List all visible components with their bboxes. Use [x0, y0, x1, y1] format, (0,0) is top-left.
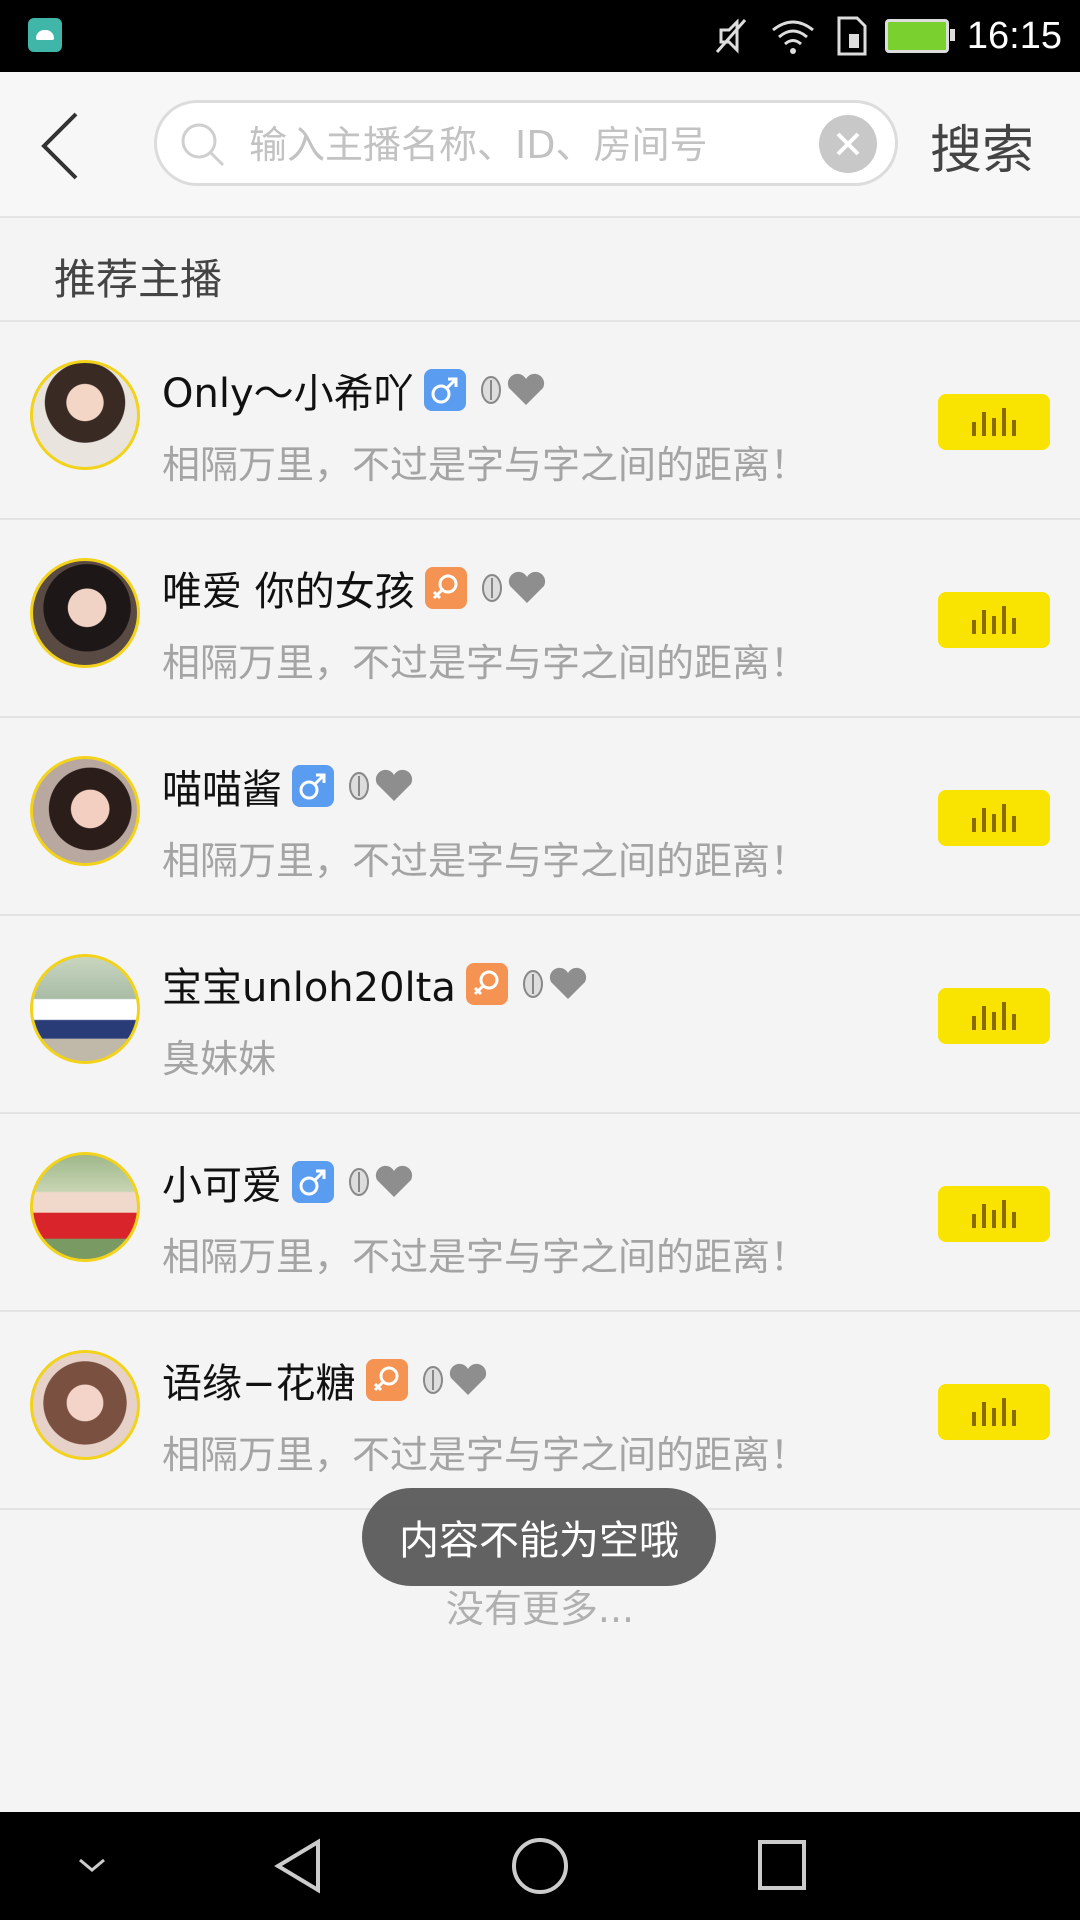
- audio-bars-icon: [972, 1200, 1016, 1228]
- audio-bars-icon: [972, 804, 1016, 832]
- anchor-name: 小可爱: [162, 1163, 282, 1209]
- anchor-signature: 相隔万里，不过是字与字之间的距离！: [162, 839, 809, 883]
- list-item[interactable]: 语缘−花糖 相隔万里，不过是字与字之间的距离！: [0, 1312, 1080, 1510]
- status-bar: 16:15: [0, 0, 1080, 72]
- anchor-signature: 臭妹妹: [162, 1037, 277, 1081]
- live-room-button[interactable]: [938, 592, 1050, 648]
- android-icon: [28, 18, 62, 52]
- back-button[interactable]: [36, 108, 96, 184]
- list-item[interactable]: 唯爱 你的女孩 相隔万里，不过是字与字之间的距离！: [0, 520, 1080, 718]
- heart-icon: [375, 1165, 413, 1197]
- avatar[interactable]: [30, 1152, 140, 1262]
- female-gender-icon: [465, 963, 508, 1005]
- avatar[interactable]: [30, 954, 140, 1064]
- female-gender-icon: [365, 1359, 408, 1401]
- navigation-bar: [0, 1812, 1080, 1920]
- male-gender-icon: [423, 369, 466, 411]
- coin-icon: [349, 772, 369, 800]
- anchor-signature: 相隔万里，不过是字与字之间的距离！: [162, 1235, 809, 1279]
- coin-icon: [481, 574, 502, 602]
- live-room-button[interactable]: [938, 790, 1050, 846]
- anchor-signature: 相隔万里，不过是字与字之间的距离！: [162, 1433, 809, 1477]
- toast-message: 内容不能为空哦: [362, 1488, 716, 1586]
- live-room-button[interactable]: [938, 1186, 1050, 1242]
- male-gender-icon: [292, 1161, 334, 1203]
- list-item[interactable]: 小可爱 相隔万里，不过是字与字之间的距离！: [0, 1114, 1080, 1312]
- anchor-list: Only～小希吖 相隔万里，不过是字与字之间的距离！ 唯爱 你的女孩 相隔万里，…: [0, 322, 1080, 1510]
- coin-icon: [422, 1366, 443, 1394]
- avatar[interactable]: [30, 558, 140, 668]
- battery-charging-icon: [884, 19, 955, 53]
- coin-icon: [480, 376, 501, 404]
- hide-keyboard-icon[interactable]: [72, 1830, 112, 1902]
- section-title: 推荐主播: [54, 255, 223, 304]
- mute-icon: [715, 18, 747, 54]
- live-room-button[interactable]: [938, 988, 1050, 1044]
- home-circle-icon[interactable]: [508, 1830, 572, 1902]
- heart-icon: [449, 1363, 486, 1395]
- audio-bars-icon: [972, 408, 1016, 436]
- female-gender-icon: [424, 567, 467, 609]
- status-time: 16:15: [966, 14, 1062, 57]
- search-icon: [181, 123, 225, 167]
- heart-icon: [507, 373, 544, 405]
- audio-bars-icon: [972, 1398, 1016, 1426]
- search-box[interactable]: [154, 100, 898, 186]
- anchor-signature: 相隔万里，不过是字与字之间的距离！: [162, 641, 809, 685]
- avatar[interactable]: [30, 360, 140, 470]
- anchor-name: 宝宝unloh20lta: [162, 965, 456, 1011]
- coin-icon: [522, 970, 543, 998]
- list-item[interactable]: 宝宝unloh20lta 臭妹妹: [0, 916, 1080, 1114]
- anchor-signature: 相隔万里，不过是字与字之间的距离！: [162, 443, 809, 487]
- avatar[interactable]: [30, 1350, 140, 1460]
- search-input[interactable]: [247, 117, 751, 173]
- wifi-icon: [771, 20, 814, 54]
- recommended-anchors-header: 推荐主播: [0, 218, 1080, 322]
- back-triangle-icon[interactable]: [270, 1830, 330, 1902]
- audio-bars-icon: [972, 1002, 1016, 1030]
- close-icon: [836, 132, 860, 156]
- back-arrow-icon: [41, 112, 78, 180]
- recents-square-icon[interactable]: [752, 1830, 812, 1902]
- list-item[interactable]: 喵喵酱 相隔万里，不过是字与字之间的距离！: [0, 718, 1080, 916]
- search-button[interactable]: 搜索: [930, 108, 1034, 183]
- male-gender-icon: [292, 765, 334, 807]
- sim-icon: [837, 16, 867, 56]
- live-room-button[interactable]: [938, 1384, 1050, 1440]
- list-item[interactable]: Only～小希吖 相隔万里，不过是字与字之间的距离！: [0, 322, 1080, 520]
- avatar[interactable]: [30, 756, 140, 866]
- anchor-name: 喵喵酱: [162, 767, 282, 813]
- heart-icon: [375, 769, 413, 801]
- heart-icon: [508, 571, 545, 603]
- clear-search-button[interactable]: [819, 115, 877, 173]
- search-header: 搜索: [0, 72, 1080, 218]
- status-icons: 16:15: [711, 0, 1062, 72]
- no-more-text: 没有更多...: [445, 1587, 635, 1631]
- anchor-name: 语缘−花糖: [162, 1361, 356, 1407]
- coin-icon: [349, 1168, 369, 1196]
- audio-bars-icon: [972, 606, 1016, 634]
- heart-icon: [549, 967, 586, 999]
- anchor-name: 唯爱 你的女孩: [162, 569, 415, 615]
- live-room-button[interactable]: [938, 394, 1050, 450]
- anchor-name: Only～小希吖: [162, 371, 414, 417]
